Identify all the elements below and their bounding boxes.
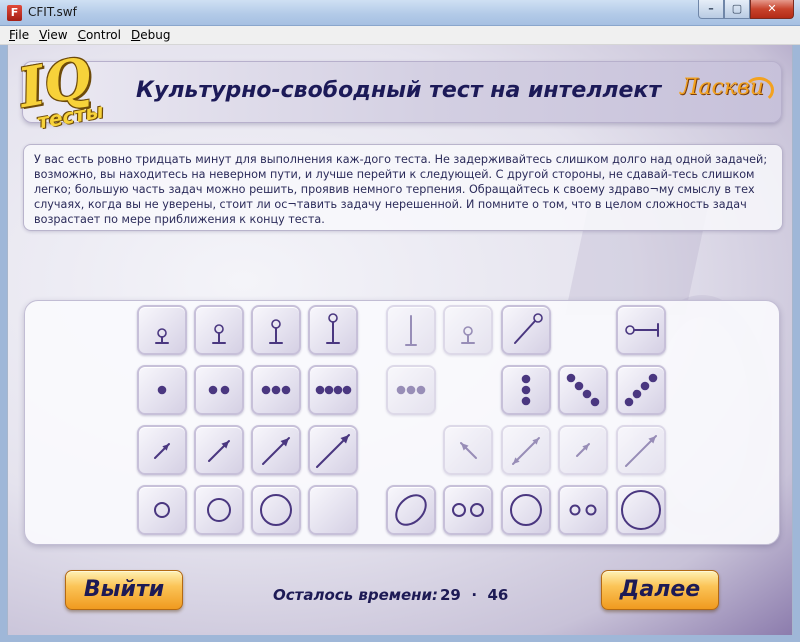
arrow-series-sequence-cell-1 [137, 425, 187, 475]
menu-control[interactable]: Control [73, 26, 126, 44]
stick-short-figure-icon [155, 328, 169, 344]
stick-series-sequence-cell-4 [308, 305, 358, 355]
stick-series-answer-cell-3[interactable] [501, 305, 551, 355]
stick-series-answer-cell-2[interactable] [443, 305, 493, 355]
circle-largest-figure-icon [621, 490, 661, 530]
close-button[interactable]: ✕ [750, 0, 794, 19]
circle-large-figure-icon [510, 494, 542, 526]
stick-medium-figure-icon [212, 324, 226, 344]
iq-tests-logo: IQ тесты [10, 45, 116, 144]
timer-minutes: 29 [440, 586, 461, 604]
stick-series-sequence-cell-3 [251, 305, 301, 355]
stick-series-answer-cell-1[interactable] [386, 305, 436, 355]
menu-view-mnemonic: V [39, 28, 48, 42]
dot-series-answer-cell-5[interactable] [616, 365, 666, 415]
dots-3-figure-icon [261, 385, 291, 395]
menu-debug-rest: ebug [140, 28, 171, 42]
dots-1-figure-icon [157, 385, 167, 395]
instructions-text: У вас есть ровно тридцать минут для выпо… [23, 144, 783, 231]
arrow-up-left-figure-icon [460, 442, 477, 459]
dots-2-figure-icon [208, 385, 230, 395]
arrow-double-figure-icon [512, 437, 540, 465]
arrow-series-sequence-cell-4 [308, 425, 358, 475]
dots-4-figure-icon [315, 385, 352, 395]
dots-3-faded-figure-icon [396, 385, 426, 395]
circle-medium-figure-icon [207, 498, 231, 522]
dot-series-sequence-cell-1 [137, 365, 187, 415]
flash-stage: IQ тесты Культурно-свободный тест на инт… [7, 45, 793, 635]
page-title: Культурно-свободный тест на интеллект [136, 78, 662, 103]
arrow-series-answer-cell-2[interactable] [443, 425, 493, 475]
menu-debug[interactable]: Debug [126, 26, 175, 44]
dot-series-answer-cell-3[interactable] [501, 365, 551, 415]
menu-control-rest: ontrol [85, 28, 121, 42]
circle-small-figure-icon [154, 502, 170, 518]
stick-horizontal-figure-icon [625, 323, 659, 337]
dot-series-answer-cell-1[interactable] [386, 365, 436, 415]
circle-series-sequence-cell-1 [137, 485, 187, 535]
test-panel [24, 300, 780, 545]
circle-series-answer-cell-2[interactable] [443, 485, 493, 535]
circle-series-answer-cell-1[interactable] [386, 485, 436, 535]
menu-debug-mnemonic: D [130, 28, 141, 42]
exit-button[interactable]: Выйти [65, 570, 183, 610]
circle-series-sequence-cell-2 [194, 485, 244, 535]
timer-seconds: 46 [487, 586, 509, 604]
stick-line-figure-icon [405, 315, 417, 346]
stick-diagonal-figure-icon [514, 313, 543, 344]
menu-control-mnemonic: C [77, 28, 86, 42]
dot-series-sequence-cell-4 [308, 365, 358, 415]
ellipse-tilted-figure-icon [395, 494, 427, 526]
timer-value: 29 · 46 [440, 586, 509, 604]
timer-label: Осталось времени: [273, 586, 439, 604]
stick-small-faded-figure-icon [461, 326, 475, 344]
dots-3-vertical-figure-icon [521, 374, 531, 406]
next-button[interactable]: Далее [601, 570, 719, 610]
menu-file[interactable]: File [4, 26, 34, 44]
maximize-button[interactable]: ▢ [724, 0, 750, 19]
stick-series-answer-cell-5[interactable] [616, 305, 666, 355]
window-title: CFIT.swf [28, 5, 77, 19]
minimize-button[interactable]: – [698, 0, 724, 19]
dot-series-answer-cell-4[interactable] [558, 365, 608, 415]
window-controls: – ▢ ✕ [698, 0, 794, 19]
arrow-series-answer-cell-5[interactable] [616, 425, 666, 475]
dots-4-diagonal-up-figure-icon [624, 373, 658, 407]
stick-tallest-figure-icon [326, 313, 340, 344]
stick-series-sequence-cell-2 [194, 305, 244, 355]
arrow-series-sequence-cell-3 [251, 425, 301, 475]
circle-series-sequence-cell-3 [251, 485, 301, 535]
brand-swirl-icon [744, 77, 774, 103]
arrow-large-figure-icon [262, 437, 290, 465]
arrow-series-answer-cell-4[interactable] [558, 425, 608, 475]
arrow-series-sequence-cell-2 [194, 425, 244, 475]
circles-pair-figure-icon [452, 503, 484, 517]
stick-series-sequence-cell-1 [137, 305, 187, 355]
dot-series-sequence-cell-2 [194, 365, 244, 415]
menu-view-rest: iew [47, 28, 68, 42]
arrow-small-figure-icon [154, 443, 170, 459]
circles-pair-small-figure-icon [569, 504, 597, 516]
circle-large-figure-icon [260, 494, 292, 526]
dots-4-diagonal-down-figure-icon [566, 373, 600, 407]
circle-series-sequence-cell-4 [308, 485, 358, 535]
window-titlebar[interactable]: F CFIT.swf – ▢ ✕ [0, 0, 800, 26]
arrow-medium-figure-icon [208, 440, 230, 462]
menu-file-rest: ile [15, 28, 30, 42]
dot-series-sequence-cell-3 [251, 365, 301, 415]
arrow-largest-figure-icon [316, 434, 350, 468]
arrow-series-answer-cell-3[interactable] [501, 425, 551, 475]
menu-view[interactable]: View [34, 26, 72, 44]
arrow-small-up-figure-icon [576, 443, 590, 457]
circle-series-answer-cell-4[interactable] [558, 485, 608, 535]
arrow-long-figure-icon [625, 435, 657, 467]
circle-series-answer-cell-5[interactable] [616, 485, 666, 535]
brand-logo: Ласкви [680, 75, 776, 109]
menu-bar: File View Control Debug [0, 26, 800, 45]
stick-tall-figure-icon [269, 319, 283, 344]
flash-app-icon: F [7, 5, 22, 21]
circle-series-answer-cell-3[interactable] [501, 485, 551, 535]
empty-figure-icon [310, 487, 356, 533]
